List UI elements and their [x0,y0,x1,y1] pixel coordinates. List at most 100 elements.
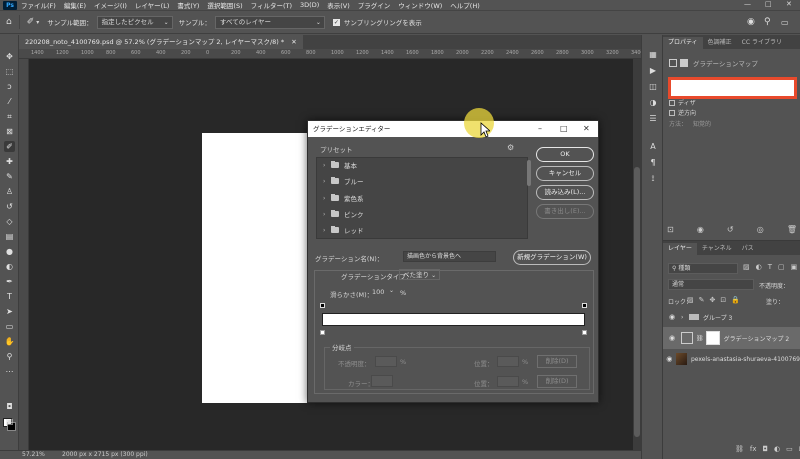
minimize-button[interactable]: — [744,0,751,8]
screen-mode-icon[interactable]: ▣ [4,416,15,427]
lock-position-icon[interactable]: ✥ [710,296,716,304]
new-adjustment-icon[interactable]: ◐ [774,445,780,453]
smoothness-dropdown-icon[interactable]: ⌄ [389,287,394,294]
filter-pixel-icon[interactable]: ▨ [743,263,750,271]
close-window-button[interactable]: ✕ [786,0,792,8]
tab-paths[interactable]: パス [737,243,759,255]
smoothness-input[interactable]: 100 [372,287,388,297]
search-icon[interactable]: ⚲ [764,17,771,27]
mask-icon[interactable] [680,59,688,67]
expand-chevron-icon[interactable]: › [681,314,689,321]
lock-image-icon[interactable]: ✎ [699,296,705,304]
reset-icon[interactable]: ↺ [727,225,734,234]
layer-name[interactable]: グループ 3 [703,313,732,322]
gradient-preview-swatch[interactable] [668,77,797,99]
presets-gear-icon[interactable]: ⚙ [507,143,514,152]
link-layers-icon[interactable]: ⛓ [735,445,744,453]
clone-stamp-icon[interactable]: ♙ [4,186,15,197]
clip-to-layer-icon[interactable]: ⊡ [667,225,674,234]
dialog-title-bar[interactable]: グラデーションエディター – □ ✕ [308,121,598,137]
lock-transparent-icon[interactable]: ▨ [687,296,694,304]
layer-name[interactable]: グラデーションマップ 2 [724,334,790,343]
color-stop-right[interactable] [582,330,587,335]
more-tools-icon[interactable]: ⋯ [4,366,15,377]
opacity-stop-right[interactable] [582,303,587,308]
paragraph-icon[interactable]: ¶ [647,157,659,169]
pen-tool-icon[interactable]: ✒ [4,276,15,287]
home-icon[interactable]: ⌂ [6,17,12,27]
layer-row[interactable]: ◉ › グループ 3 [663,307,800,327]
dialog-maximize-button[interactable]: □ [560,121,568,137]
gradient-name-input[interactable]: 描画色から背景色へ [403,251,496,262]
visibility-eye-icon[interactable]: ◉ [663,355,676,363]
dodge-tool-icon[interactable]: ◐ [4,261,15,272]
frame-tool-icon[interactable]: ⊠ [4,126,15,137]
tab-adjustments[interactable]: 色調補正 [703,37,737,49]
move-tool-icon[interactable]: ✥ [4,51,15,62]
history-brush-icon[interactable]: ↺ [4,201,15,212]
mask-thumbnail[interactable] [705,331,720,345]
reverse-checkbox[interactable] [669,109,675,116]
zoom-level[interactable]: 57.21% [22,451,45,459]
opacity-stop-left[interactable] [320,303,325,308]
stop-color-swatch[interactable] [371,375,393,387]
layer-row[interactable]: ◉ pexels-anastasia-shuraeva-4100769 [663,349,800,369]
workspace-icon[interactable]: ▭ [781,18,789,27]
menu-layer[interactable]: レイヤー(L) [135,0,170,10]
sliders-icon[interactable]: ☰ [647,113,659,125]
play-icon[interactable]: ▶ [647,65,659,77]
menu-image[interactable]: イメージ(I) [94,0,127,10]
layer-filter-select[interactable]: ⚲ 種類 [668,263,738,274]
dither-checkbox[interactable] [669,99,675,106]
link-icon[interactable]: ⛓ [696,335,704,342]
sample-select[interactable]: すべてのレイヤー ⌄ [214,15,325,29]
path-select-icon[interactable]: ➤ [4,306,15,317]
menu-filter[interactable]: フィルター(T) [251,0,292,10]
dialog-minimize-button[interactable]: – [538,121,542,137]
trash-icon[interactable]: 🗑 [787,225,797,234]
filter-adjust-icon[interactable]: ◐ [756,263,762,271]
quick-mask-icon[interactable]: ◘ [4,401,15,412]
filter-type-icon[interactable]: T [768,263,772,271]
stop-opacity-input[interactable] [375,356,397,367]
filter-shape-icon[interactable]: ▢ [778,263,785,271]
gradient-tool-icon[interactable]: ▤ [4,231,15,242]
lasso-tool-icon[interactable]: ↄ [4,81,15,92]
brush-tool-icon[interactable]: ✎ [4,171,15,182]
layer-row[interactable]: ◉ ⛓ グラデーションマップ 2 [663,327,800,349]
preset-folder[interactable]: › ブルー [323,174,364,188]
marquee-tool-icon[interactable]: ⬚ [4,66,15,77]
cancel-button[interactable]: キャンセル [536,166,594,181]
vertical-scrollbar[interactable] [633,59,641,450]
menu-type[interactable]: 書式(Y) [177,0,199,10]
export-button[interactable]: 書き出し(E)... [536,204,594,219]
new-group-icon[interactable]: ▭ [786,445,793,453]
color-stop-left[interactable] [320,330,325,335]
preset-folder[interactable]: › レッド [323,223,364,237]
hand-tool-icon[interactable]: ✋ [4,336,15,347]
filter-smart-icon[interactable]: ▣ [791,263,798,271]
rectangle-tool-icon[interactable]: ▭ [4,321,15,332]
fx-icon[interactable]: fx [750,445,757,453]
method-select[interactable]: 知覚的 [693,121,711,128]
menu-window[interactable]: ウィンドウ(W) [398,0,442,10]
blur-tool-icon[interactable]: ● [4,246,15,257]
zoom-tool-icon[interactable]: ⚲ [4,351,15,362]
lock-all-icon[interactable]: 🔒 [731,296,740,304]
presets-list[interactable]: › 基本 › ブルー › 紫色系 › ピンク › レッド [316,157,531,239]
color-location-input[interactable] [497,376,519,387]
gradient-type-select[interactable]: べた塗り ⌄ [399,269,441,280]
lock-artboard-icon[interactable]: ⊡ [720,296,726,304]
document-tab[interactable]: 220208_noto_4100769.psd @ 57.2% (グラデーション… [19,35,303,49]
delete-color-stop-button[interactable]: 削除(D) [537,375,577,388]
gradient-bar[interactable] [322,313,585,326]
adjustments-icon[interactable]: ◑ [647,97,659,109]
visibility-eye-icon[interactable]: ◉ [663,313,681,321]
close-tab-icon[interactable]: ✕ [291,38,296,46]
tab-channels[interactable]: チャンネル [697,243,737,255]
tab-layers[interactable]: レイヤー [663,243,697,255]
sample-size-select[interactable]: 指定したピクセル ⌄ [96,15,173,29]
presets-scrollbar[interactable] [527,160,531,186]
menu-file[interactable]: ファイル(F) [21,0,56,10]
visibility-eye-icon[interactable]: ◉ [663,334,681,342]
